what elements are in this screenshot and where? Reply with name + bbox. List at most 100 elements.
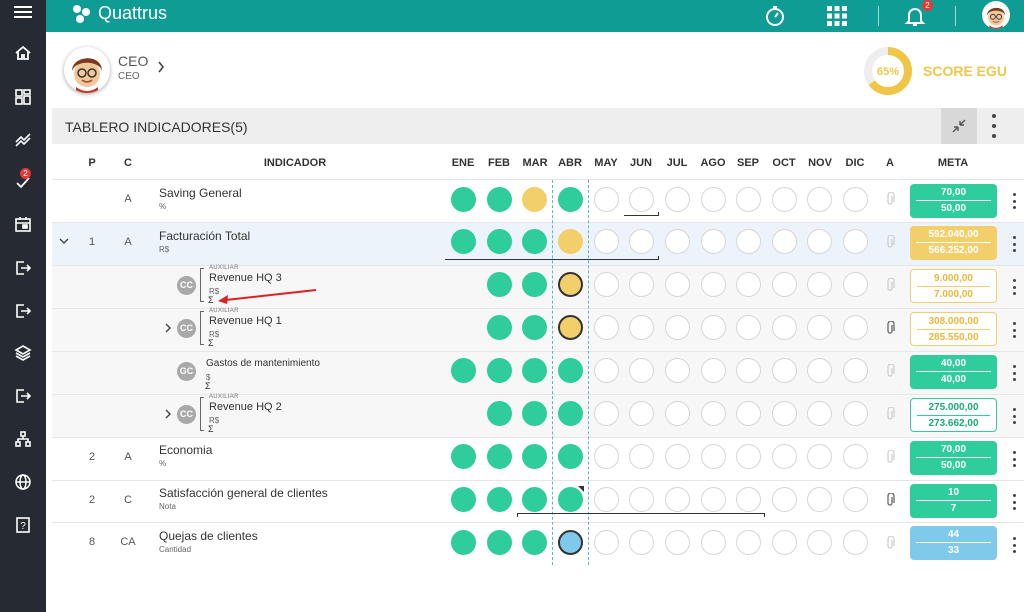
month-status[interactable]: [558, 358, 583, 383]
month-status[interactable]: [807, 272, 832, 297]
indicator-name[interactable]: Revenue HQ 1: [209, 315, 282, 327]
more-vert-icon[interactable]: [1011, 236, 1017, 252]
month-status[interactable]: [772, 272, 797, 297]
export-icon[interactable]: [13, 301, 33, 321]
more-vert-icon[interactable]: [1011, 193, 1017, 209]
calendar-icon[interactable]: [13, 214, 33, 234]
month-status[interactable]: [487, 315, 512, 340]
month-status[interactable]: [843, 444, 868, 469]
meta-box[interactable]: 275.000,00 273.662,00: [910, 398, 997, 432]
month-status[interactable]: [522, 358, 547, 383]
month-status[interactable]: [487, 530, 512, 555]
org-chart-icon[interactable]: [13, 429, 33, 449]
month-status[interactable]: [451, 487, 476, 512]
month-status[interactable]: [522, 272, 547, 297]
indicator-name[interactable]: Facturación Total: [159, 229, 250, 243]
more-vert-icon[interactable]: [1011, 279, 1017, 295]
attachment-icon[interactable]: [885, 492, 895, 510]
month-status[interactable]: [736, 187, 761, 212]
meta-box[interactable]: 9.000,00 7.000,00: [910, 269, 997, 303]
month-status[interactable]: [522, 530, 547, 555]
month-status[interactable]: [594, 229, 619, 254]
month-status[interactable]: [594, 358, 619, 383]
month-status[interactable]: [843, 530, 868, 555]
month-status[interactable]: [629, 315, 654, 340]
more-vert-icon[interactable]: [1011, 408, 1017, 424]
month-status[interactable]: [843, 315, 868, 340]
trend-icon[interactable]: [13, 129, 33, 149]
month-status[interactable]: [843, 401, 868, 426]
attachment-icon[interactable]: [885, 363, 895, 381]
month-status[interactable]: [522, 401, 547, 426]
month-status[interactable]: [522, 444, 547, 469]
month-status[interactable]: [736, 444, 761, 469]
month-status[interactable]: [807, 187, 832, 212]
month-status[interactable]: [665, 229, 690, 254]
month-status[interactable]: [701, 401, 726, 426]
month-status[interactable]: [558, 187, 583, 212]
meta-box[interactable]: 70,00 50,00: [910, 441, 997, 475]
month-status[interactable]: [736, 401, 761, 426]
more-vert-icon[interactable]: [988, 114, 1000, 138]
meta-box[interactable]: 308.000,00 285.550,00: [910, 312, 997, 346]
month-status[interactable]: [807, 229, 832, 254]
month-status[interactable]: [807, 530, 832, 555]
chevron-right-icon[interactable]: [164, 322, 172, 336]
month-status[interactable]: [665, 401, 690, 426]
meta-box[interactable]: 40,00 40,00: [910, 355, 997, 389]
month-status[interactable]: [701, 272, 726, 297]
month-status[interactable]: [451, 444, 476, 469]
month-status[interactable]: [701, 530, 726, 555]
export-icon[interactable]: [13, 386, 33, 406]
month-status[interactable]: [772, 530, 797, 555]
attachment-icon[interactable]: [885, 406, 895, 424]
month-status[interactable]: [665, 187, 690, 212]
more-vert-icon[interactable]: [1011, 451, 1017, 467]
meta-box[interactable]: 592.040,00 566.252,00: [910, 226, 997, 260]
attachment-icon[interactable]: [885, 320, 895, 338]
month-status[interactable]: [451, 530, 476, 555]
month-status[interactable]: [772, 444, 797, 469]
user-avatar[interactable]: [982, 1, 1010, 29]
dashboard-icon[interactable]: [13, 87, 33, 107]
attachment-icon[interactable]: [885, 449, 895, 467]
month-status[interactable]: [701, 487, 726, 512]
month-status[interactable]: [772, 187, 797, 212]
month-status[interactable]: [843, 487, 868, 512]
month-status[interactable]: [701, 315, 726, 340]
month-status[interactable]: [736, 229, 761, 254]
month-status[interactable]: [522, 187, 547, 212]
month-status[interactable]: [807, 358, 832, 383]
chevron-down-icon[interactable]: [59, 234, 69, 248]
month-status[interactable]: [558, 444, 583, 469]
month-status[interactable]: [629, 401, 654, 426]
month-status[interactable]: [807, 401, 832, 426]
month-status[interactable]: [736, 272, 761, 297]
month-status[interactable]: [701, 187, 726, 212]
month-status[interactable]: [594, 530, 619, 555]
month-status[interactable]: [843, 358, 868, 383]
month-status[interactable]: [772, 487, 797, 512]
attachment-icon[interactable]: [885, 277, 895, 295]
month-status[interactable]: [451, 358, 476, 383]
month-status[interactable]: [451, 229, 476, 254]
month-status[interactable]: [701, 229, 726, 254]
month-status[interactable]: [772, 229, 797, 254]
month-status[interactable]: [843, 187, 868, 212]
indicator-name[interactable]: Revenue HQ 2: [209, 401, 282, 413]
globe-icon[interactable]: [13, 472, 33, 492]
month-status[interactable]: [487, 272, 512, 297]
more-vert-icon[interactable]: [1011, 365, 1017, 381]
month-status[interactable]: [665, 487, 690, 512]
month-status[interactable]: [629, 487, 654, 512]
month-status[interactable]: [594, 272, 619, 297]
chevron-right-icon[interactable]: [164, 408, 172, 422]
month-status[interactable]: [522, 229, 547, 254]
month-status[interactable]: [522, 487, 547, 512]
month-status[interactable]: [558, 229, 583, 254]
month-status[interactable]: [522, 315, 547, 340]
month-status[interactable]: [629, 229, 654, 254]
attachment-icon[interactable]: [885, 191, 895, 209]
month-status[interactable]: [629, 272, 654, 297]
month-status[interactable]: [807, 444, 832, 469]
